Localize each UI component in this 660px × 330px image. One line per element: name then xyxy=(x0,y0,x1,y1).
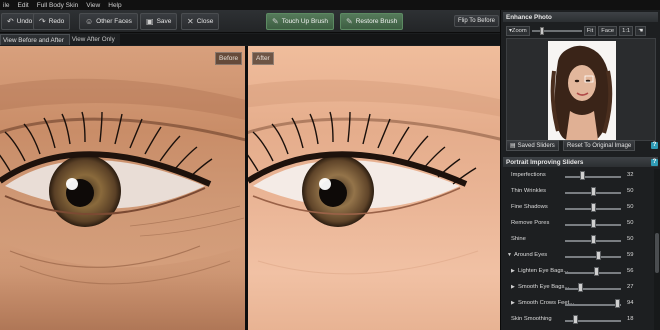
slider-lighten-eye-bags[interactable]: ▶ Lighten Eye Bags... 56 xyxy=(503,265,654,281)
brush-icon: ✎ xyxy=(272,17,279,26)
slider-list: Imperfections 32 Thin Wrinkles 50 Fine S… xyxy=(503,169,654,330)
menu-help[interactable]: Help xyxy=(108,2,121,9)
zoom-bar: ▾ Zoom Fit Face 1:1 ☚ xyxy=(506,25,659,36)
menu-bar: ile Edit Full Body Skin View Help xyxy=(0,0,660,10)
redo-button[interactable]: ↷ Redo xyxy=(33,13,71,30)
close-button[interactable]: ✕ Close xyxy=(181,13,220,30)
saved-sliders-button[interactable]: ▤ Saved Sliders xyxy=(506,140,559,151)
after-pane[interactable]: After xyxy=(248,46,500,330)
menu-edit[interactable]: Edit xyxy=(18,2,29,9)
save-icon: ▣ xyxy=(146,17,154,26)
expand-arrow-icon[interactable]: ▼ xyxy=(507,252,512,258)
faces-icon: ☺ xyxy=(85,17,94,26)
slider-thumb[interactable] xyxy=(572,315,578,324)
slider-thumb[interactable] xyxy=(590,219,596,228)
slider-smooth-crows-feet[interactable]: ▶ Smooth Crows Feet... 94 xyxy=(503,297,654,313)
expand-arrow-icon[interactable]: ▶ xyxy=(511,268,515,274)
zoom-button[interactable]: ▾ Zoom xyxy=(506,25,530,36)
sliders-help-icon[interactable]: ? xyxy=(651,159,658,166)
right-panel: Enhance Photo ▾ Zoom Fit Face 1:1 ☚ ▤ Sa… xyxy=(500,10,660,330)
slider-smooth-eye-bags[interactable]: ▶ Smooth Eye Bags... 27 xyxy=(503,281,654,297)
reset-to-original-button[interactable]: Reset To Original Image xyxy=(563,140,636,151)
portrait-sliders-header: Portrait Improving Sliders xyxy=(503,157,658,167)
slider-imperfections[interactable]: Imperfections 32 xyxy=(503,169,654,185)
close-icon: ✕ xyxy=(187,17,194,26)
undo-icon: ↶ xyxy=(7,17,14,26)
touch-up-brush-button[interactable]: ✎ Touch Up Brush xyxy=(266,13,334,30)
slider-thin-wrinkles[interactable]: Thin Wrinkles 50 xyxy=(503,185,654,201)
redo-icon: ↷ xyxy=(39,17,46,26)
slider-thumb[interactable] xyxy=(590,235,596,244)
photo-canvas[interactable]: Before After xyxy=(0,46,500,330)
slider-around-eyes[interactable]: ▼ Around Eyes 59 xyxy=(503,249,654,265)
slider-thumb[interactable] xyxy=(595,251,601,260)
slider-shine[interactable]: Shine 50 xyxy=(503,233,654,249)
tab-view-before-and-after[interactable]: View Before and After xyxy=(0,34,70,45)
slider-thumb[interactable] xyxy=(580,171,586,180)
expand-arrow-icon[interactable]: ▶ xyxy=(511,300,515,306)
slider-thumb[interactable] xyxy=(593,267,599,276)
list-icon: ▤ xyxy=(510,143,516,149)
scrollbar-thumb[interactable] xyxy=(655,233,659,273)
save-button[interactable]: ▣ Save xyxy=(140,13,178,30)
menu-full-body-skin[interactable]: Full Body Skin xyxy=(37,2,79,9)
before-label: Before xyxy=(215,52,243,65)
hand-tool-button[interactable]: ☚ xyxy=(635,25,647,36)
zoom-slider[interactable] xyxy=(531,26,582,36)
other-faces-button[interactable]: ☺ Other Faces xyxy=(79,13,138,30)
portrait-image xyxy=(550,45,613,140)
zoom-slider-thumb[interactable] xyxy=(539,26,544,35)
slider-list-scrollbar[interactable] xyxy=(654,169,660,330)
hand-icon: ☚ xyxy=(638,27,644,34)
slider-fine-shadows[interactable]: Fine Shadows 50 xyxy=(503,201,654,217)
view-tabs: View Before and After View After Only xyxy=(0,34,500,45)
expand-arrow-icon[interactable]: ▶ xyxy=(511,284,515,290)
slider-thumb[interactable] xyxy=(615,299,621,308)
restore-brush-button[interactable]: ✎ Restore Brush xyxy=(340,13,404,30)
brush-icon: ✎ xyxy=(346,17,353,26)
portrait-thumbnail[interactable] xyxy=(548,41,616,140)
face-button[interactable]: Face xyxy=(598,25,618,36)
one-to-one-button[interactable]: 1:1 xyxy=(619,25,634,36)
before-pane[interactable]: Before xyxy=(0,46,245,330)
after-eye-image xyxy=(248,79,500,275)
before-eye-image xyxy=(0,78,245,330)
slider-thumb[interactable] xyxy=(590,203,596,212)
after-label: After xyxy=(252,52,274,65)
menu-view[interactable]: View xyxy=(86,2,100,9)
slider-skin-smoothing[interactable]: Skin Smoothing 18 xyxy=(503,313,654,329)
navigator-preview[interactable] xyxy=(506,38,656,141)
slider-remove-pores[interactable]: Remove Pores 50 xyxy=(503,217,654,233)
fit-button[interactable]: Fit xyxy=(583,25,597,36)
tab-view-after-only[interactable]: View After Only xyxy=(69,34,120,45)
flip-to-before-button[interactable]: Flip To Before xyxy=(454,15,499,27)
slider-thumb[interactable] xyxy=(590,187,596,196)
help-icon[interactable]: ? xyxy=(651,142,658,149)
slider-thumb[interactable] xyxy=(577,283,583,292)
enhance-photo-header: Enhance Photo xyxy=(503,12,658,22)
menu-file[interactable]: ile xyxy=(3,2,10,9)
